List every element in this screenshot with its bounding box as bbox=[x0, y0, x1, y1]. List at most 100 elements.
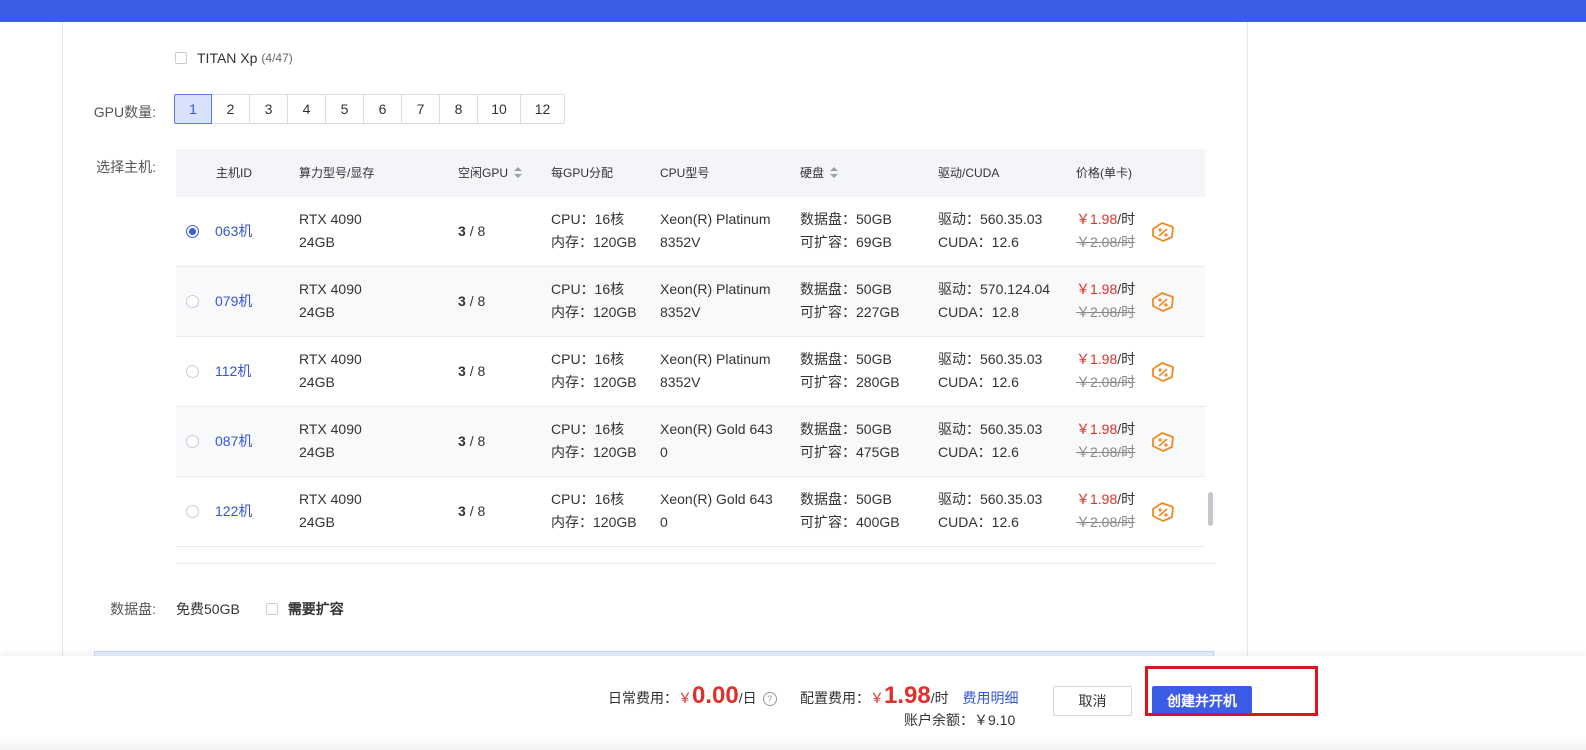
gpu-count-option[interactable]: 7 bbox=[401, 94, 440, 124]
cpu-model-cell: Xeon(R) Platinum 8352V bbox=[660, 281, 771, 320]
coupon-icon[interactable] bbox=[1150, 220, 1176, 244]
header-gpu-model: 算力型号/显存 bbox=[299, 165, 375, 180]
per-gpu-cell: CPU：16核 内存：120GB bbox=[551, 351, 637, 390]
gpu-model-cell: RTX 4090 24GB bbox=[299, 491, 362, 530]
create-and-start-button[interactable]: 创建并开机 bbox=[1152, 686, 1252, 716]
free-gpu-cell: 3 / 8 bbox=[458, 223, 486, 239]
account-balance-value: ￥9.10 bbox=[974, 712, 1016, 728]
account-balance: 账户余额：￥9.10 bbox=[904, 712, 1016, 728]
driver-cuda-cell: 驱动：560.35.03 CUDA：12.6 bbox=[938, 491, 1043, 530]
per-gpu-cell: CPU：16核 内存：120GB bbox=[551, 281, 637, 320]
gpu-model-cell: RTX 4090 24GB bbox=[299, 351, 362, 390]
top-nav-bar bbox=[0, 0, 1586, 22]
bottom-fade bbox=[0, 738, 1586, 750]
cpu-model-cell: Xeon(R) Platinum 8352V bbox=[660, 351, 771, 390]
disk-cell: 数据盘：50GB 可扩容：400GB bbox=[800, 491, 900, 530]
gpu-count-option[interactable]: 3 bbox=[249, 94, 288, 124]
right-blank-pane bbox=[1248, 22, 1586, 662]
host-id-link[interactable]: 063机 bbox=[215, 220, 252, 243]
driver-cuda-cell: 驱动：560.35.03 CUDA：12.6 bbox=[938, 421, 1043, 460]
driver-cuda-cell: 驱动：570.124.04 CUDA：12.8 bbox=[938, 281, 1051, 320]
host-radio[interactable] bbox=[186, 505, 199, 518]
gpu-model-option-titan-xp[interactable]: TITAN Xp (4/47) bbox=[175, 50, 293, 66]
cpu-model-cell: Xeon(R) Gold 643 0 bbox=[660, 421, 773, 460]
config-cost: 配置费用：￥1.98/时 费用明细 bbox=[800, 682, 1019, 709]
host-id-link[interactable]: 079机 bbox=[215, 290, 252, 313]
table-scrollbar[interactable] bbox=[1208, 492, 1213, 526]
host-table-header: 主机ID 算力型号/显存 空闲GPU 每GPU分配 CPU型号 硬盘 驱动/CU… bbox=[176, 149, 1205, 197]
per-gpu-cell: CPU：16核 内存：120GB bbox=[551, 421, 637, 460]
driver-cuda-cell: 驱动：560.35.03 CUDA：12.6 bbox=[938, 351, 1043, 390]
gpu-count-option[interactable]: 6 bbox=[363, 94, 402, 124]
gpu-model-count: (4/47) bbox=[261, 51, 293, 65]
disk-cell: 数据盘：50GB 可扩容：475GB bbox=[800, 421, 900, 460]
daily-cost-value: 0.00 bbox=[692, 682, 739, 709]
price-cell: ￥1.98/时 ￥2.08/时 bbox=[1076, 491, 1136, 530]
gpu-model-cell: RTX 4090 24GB bbox=[299, 421, 362, 460]
host-radio[interactable] bbox=[186, 365, 199, 378]
host-radio[interactable] bbox=[186, 435, 199, 448]
table-row[interactable]: 079机 RTX 4090 24GB 3 / 8 CPU：16核 内存：120GB Xeon… bbox=[176, 267, 1205, 337]
table-bottom-border bbox=[176, 563, 1215, 564]
sort-icon[interactable] bbox=[830, 167, 839, 179]
table-row[interactable]: 087机 RTX 4090 24GB 3 / 8 CPU：16核 内存：120GB Xeon… bbox=[176, 407, 1205, 477]
config-cost-value: 1.98 bbox=[884, 682, 931, 709]
gpu-count-option[interactable]: 10 bbox=[477, 94, 521, 124]
coupon-icon[interactable] bbox=[1150, 360, 1176, 384]
gpu-model-checkbox[interactable] bbox=[175, 52, 187, 64]
header-per-gpu: 每GPU分配 bbox=[551, 165, 614, 180]
table-row[interactable]: 112机 RTX 4090 24GB 3 / 8 CPU：16核 内存：120GB Xeon… bbox=[176, 337, 1205, 407]
data-disk-row: 免费50GB 需要扩容 bbox=[176, 599, 344, 619]
table-row[interactable]: 063机 RTX 4090 24GB 3 / 8 CPU：16核 内存：120GB Xeon… bbox=[176, 197, 1205, 267]
header-disk[interactable]: 硬盘 bbox=[800, 162, 839, 185]
host-id-link[interactable]: 112机 bbox=[215, 360, 251, 383]
gpu-model-cell: RTX 4090 24GB bbox=[299, 211, 362, 250]
coupon-icon[interactable] bbox=[1150, 290, 1176, 314]
host-id-link[interactable]: 122机 bbox=[215, 500, 252, 523]
gpu-count-selector: 1 2 3 4 5 6 7 8 10 12 bbox=[174, 94, 565, 124]
daily-cost: 日常费用：￥0.00/日? bbox=[608, 682, 777, 710]
host-id-link[interactable]: 087机 bbox=[215, 430, 252, 453]
cancel-button[interactable]: 取消 bbox=[1053, 686, 1132, 716]
host-radio[interactable] bbox=[186, 225, 199, 238]
expand-disk-label[interactable]: 需要扩容 bbox=[288, 599, 344, 619]
host-radio[interactable] bbox=[186, 295, 199, 308]
select-host-label: 选择主机: bbox=[96, 159, 156, 175]
gpu-count-option[interactable]: 2 bbox=[211, 94, 250, 124]
price-cell: ￥1.98/时 ￥2.08/时 bbox=[1076, 281, 1136, 320]
driver-cuda-cell: 驱动：560.35.03 CUDA：12.6 bbox=[938, 211, 1043, 250]
coupon-icon[interactable] bbox=[1150, 500, 1176, 524]
free-gpu-cell: 3 / 8 bbox=[458, 293, 486, 309]
gpu-count-option[interactable]: 12 bbox=[520, 94, 565, 124]
gpu-count-option[interactable]: 8 bbox=[439, 94, 478, 124]
price-cell: ￥1.98/时 ￥2.08/时 bbox=[1076, 351, 1136, 390]
header-price: 价格(单卡) bbox=[1076, 165, 1132, 180]
help-icon[interactable]: ? bbox=[762, 692, 777, 707]
data-disk-label: 数据盘: bbox=[110, 601, 156, 617]
free-gpu-cell: 3 / 8 bbox=[458, 503, 486, 519]
header-host-id: 主机ID bbox=[216, 165, 253, 180]
table-row[interactable]: 122机 RTX 4090 24GB 3 / 8 CPU：16核 内存：120GB Xeon… bbox=[176, 477, 1205, 547]
gpu-count-label: GPU数量: bbox=[93, 104, 156, 120]
data-disk-free: 免费50GB bbox=[176, 601, 240, 617]
free-gpu-cell: 3 / 8 bbox=[458, 363, 486, 379]
gpu-count-option[interactable]: 4 bbox=[287, 94, 326, 124]
disk-cell: 数据盘：50GB 可扩容：69GB bbox=[800, 211, 892, 250]
per-gpu-cell: CPU：16核 内存：120GB bbox=[551, 491, 637, 530]
coupon-icon[interactable] bbox=[1150, 430, 1176, 454]
expand-disk-checkbox[interactable] bbox=[265, 603, 278, 615]
free-gpu-cell: 3 / 8 bbox=[458, 433, 486, 449]
host-table: 主机ID 算力型号/显存 空闲GPU 每GPU分配 CPU型号 硬盘 驱动/CU… bbox=[176, 149, 1205, 547]
gpu-count-option[interactable]: 1 bbox=[174, 94, 212, 124]
header-cpu-model: CPU型号 bbox=[660, 165, 710, 180]
disk-cell: 数据盘：50GB 可扩容：227GB bbox=[800, 281, 900, 320]
header-free-gpu[interactable]: 空闲GPU bbox=[458, 162, 523, 185]
sort-icon[interactable] bbox=[514, 167, 523, 179]
cost-detail-link[interactable]: 费用明细 bbox=[963, 690, 1019, 706]
cpu-model-cell: Xeon(R) Platinum 8352V bbox=[660, 211, 771, 250]
footer-bar: 日常费用：￥0.00/日? 配置费用：￥1.98/时 费用明细 账户余额：￥9.… bbox=[0, 656, 1586, 750]
gpu-count-option[interactable]: 5 bbox=[325, 94, 364, 124]
disk-cell: 数据盘：50GB 可扩容：280GB bbox=[800, 351, 900, 390]
gpu-model-name: TITAN Xp bbox=[197, 50, 258, 66]
cpu-model-cell: Xeon(R) Gold 643 0 bbox=[660, 491, 773, 530]
